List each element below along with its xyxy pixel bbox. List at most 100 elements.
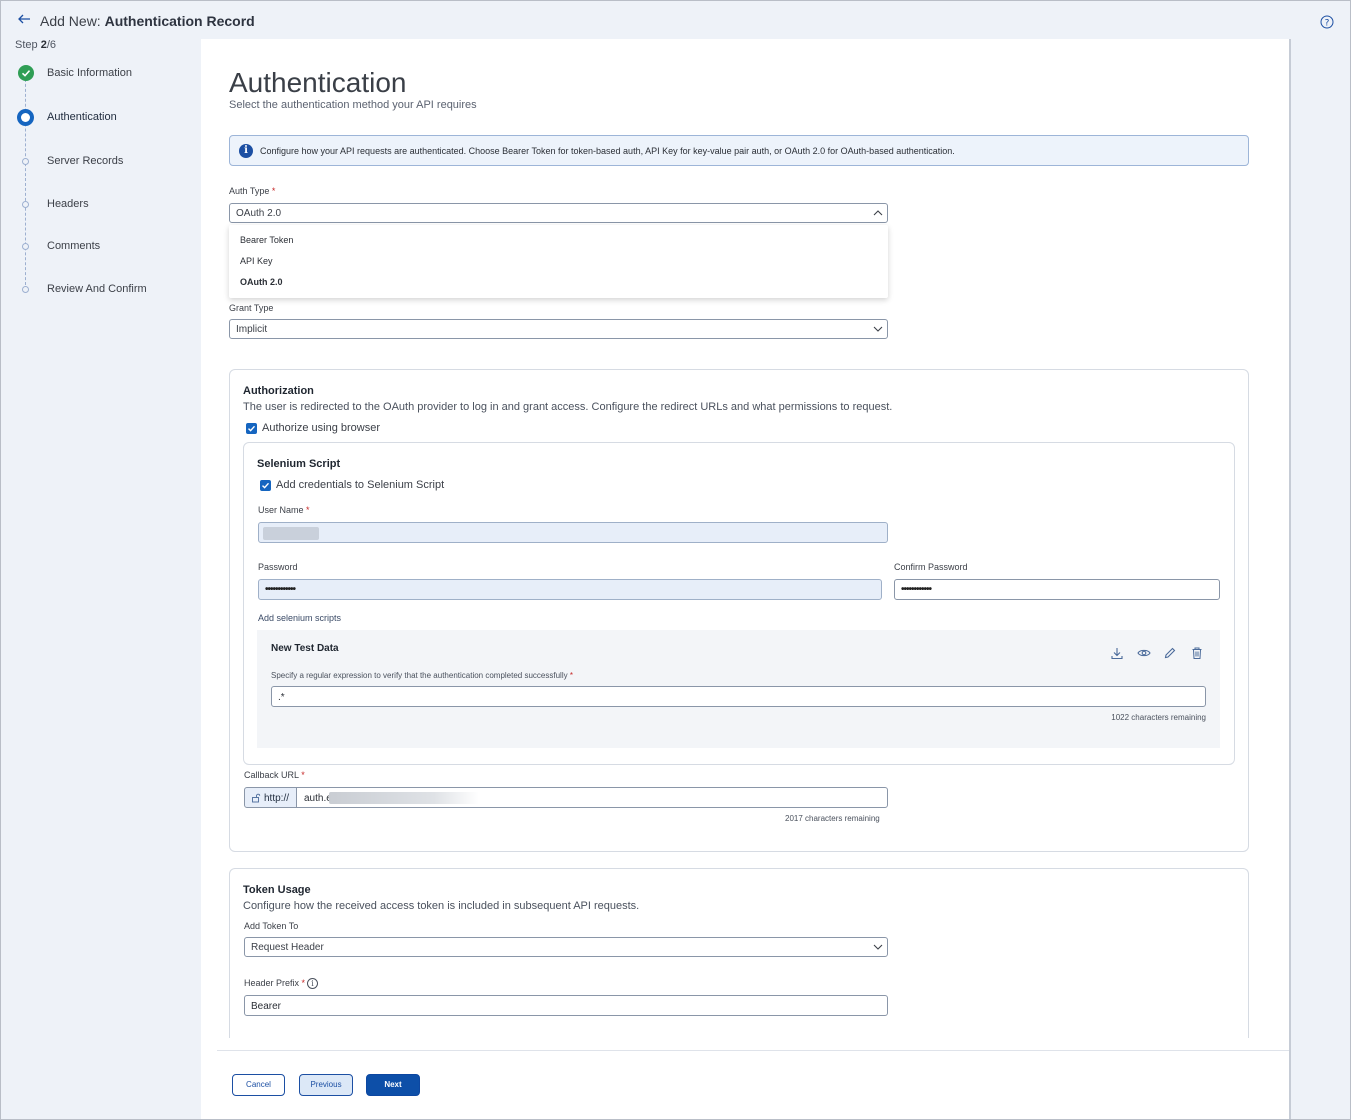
step-label: Headers (47, 198, 89, 210)
footer-divider (217, 1050, 1289, 1051)
help-icon[interactable]: ? (1320, 15, 1334, 29)
grant-type-value: Implicit (236, 324, 268, 335)
header-prefix-value: Bearer (251, 1001, 282, 1012)
pending-step-icon (22, 158, 29, 165)
cancel-button[interactable]: Cancel (232, 1074, 285, 1096)
step-total: /6 (46, 39, 57, 51)
add-token-to-label: Add Token To (244, 921, 299, 931)
password-field[interactable]: •••••••••••• (258, 579, 882, 600)
confirm-password-value: •••••••••••• (901, 584, 932, 595)
grant-type-label: Grant Type (229, 303, 274, 313)
option-bearer-token[interactable]: Bearer Token (240, 235, 293, 245)
regex-field[interactable]: .* (271, 686, 1206, 707)
required-marker: * (306, 505, 310, 515)
required-marker: * (301, 978, 306, 988)
page-header-title: Add New: Authentication Record (40, 13, 255, 29)
add-token-to-value: Request Header (251, 942, 324, 953)
username-label-text: User Name (258, 505, 304, 515)
step-authentication[interactable]: Authentication (0, 107, 200, 127)
auth-type-dropdown: Bearer Token API Key OAuth 2.0 (229, 225, 888, 298)
unlock-icon (252, 793, 261, 803)
step-counter: Step 2/6 (15, 39, 56, 51)
step-server-records[interactable]: Server Records (0, 151, 200, 171)
step-review-and-confirm[interactable]: Review And Confirm (0, 279, 200, 299)
page-subtitle: Select the authentication method your AP… (229, 99, 477, 111)
test-data-title: New Test Data (271, 643, 339, 654)
eye-icon[interactable] (1137, 646, 1151, 660)
chevron-up-icon (873, 210, 883, 216)
confirm-password-label: Confirm Password (894, 562, 968, 572)
header-prefix-field[interactable]: Bearer (244, 995, 888, 1016)
step-basic-information[interactable]: Basic Information (0, 63, 200, 83)
regex-label-text: Specify a regular expression to verify t… (271, 671, 568, 680)
auth-type-label: Auth Type * (229, 186, 275, 196)
step-label: Comments (47, 240, 101, 252)
trash-icon[interactable] (1190, 646, 1204, 660)
required-marker: * (569, 671, 573, 680)
pencil-icon[interactable] (1163, 646, 1177, 660)
selenium-credentials-label: Add credentials to Selenium Script (276, 479, 445, 491)
download-icon[interactable] (1110, 646, 1124, 660)
step-headers[interactable]: Headers (0, 194, 200, 214)
add-selenium-scripts-link[interactable]: Add selenium scripts (258, 613, 341, 623)
info-tooltip-icon[interactable]: i (307, 978, 318, 989)
redacted-username (263, 527, 319, 540)
token-usage-title: Token Usage (243, 884, 311, 896)
grant-type-select[interactable]: Implicit (229, 319, 888, 339)
token-usage-description: Configure how the received access token … (243, 900, 640, 912)
chevron-down-icon (873, 326, 883, 332)
pending-step-icon (22, 243, 29, 250)
required-marker: * (301, 770, 305, 780)
auth-type-label-text: Auth Type (229, 186, 270, 196)
next-button[interactable]: Next (366, 1074, 420, 1096)
selenium-title: Selenium Script (257, 458, 341, 470)
step-label: Server Records (47, 155, 124, 167)
auth-type-select[interactable]: OAuth 2.0 (229, 203, 888, 223)
authorize-browser-checkbox[interactable] (246, 423, 257, 434)
add-token-to-select[interactable]: Request Header (244, 937, 888, 957)
test-data-card: New Test Data Specify a regular expressi… (257, 630, 1220, 748)
authorization-description: The user is redirected to the OAuth prov… (243, 401, 893, 413)
step-label: Basic Information (47, 67, 132, 79)
authorization-title: Authorization (243, 385, 314, 397)
header-prefix-label: Header Prefix * (244, 978, 305, 988)
pending-step-icon (22, 201, 29, 208)
back-arrow-icon[interactable] (16, 11, 32, 27)
regex-value: .* (278, 692, 285, 703)
callback-url-value: auth.e (304, 793, 332, 804)
check-circle-icon (18, 65, 34, 81)
info-banner: i Configure how your API requests are au… (229, 135, 1249, 166)
option-api-key[interactable]: API Key (240, 256, 273, 266)
username-field[interactable] (258, 522, 888, 543)
selenium-credentials-checkbox[interactable] (260, 480, 271, 491)
protocol-value: http:// (264, 793, 290, 804)
step-label: Review And Confirm (47, 283, 147, 295)
username-label: User Name * (258, 505, 310, 515)
callback-url-field[interactable]: auth.e (296, 787, 888, 808)
authorize-browser-label: Authorize using browser (262, 422, 381, 434)
main-content: Authentication Select the authentication… (201, 39, 1291, 1120)
required-marker: * (271, 186, 276, 196)
regex-char-counter: 1022 characters remaining (1111, 713, 1206, 722)
header-prefix-label-text: Header Prefix (244, 978, 300, 988)
pending-step-icon (22, 286, 29, 293)
info-text: Configure how your API requests are auth… (260, 146, 955, 156)
step-comments[interactable]: Comments (0, 236, 200, 256)
callback-url-label-text: Callback URL (244, 770, 299, 780)
option-oauth-2[interactable]: OAuth 2.0 (240, 277, 283, 287)
step-word: Step (15, 39, 38, 51)
regex-label: Specify a regular expression to verify t… (271, 671, 573, 680)
title-record-type: Authentication Record (104, 13, 255, 29)
redacted-url (329, 792, 479, 804)
protocol-select[interactable]: http:// (244, 787, 297, 808)
step-label: Authentication (47, 111, 117, 123)
top-bar: Add New: Authentication Record ? (0, 0, 1351, 38)
password-label: Password (258, 562, 298, 572)
current-step-icon (17, 109, 34, 126)
chevron-down-icon (873, 944, 883, 950)
info-icon: i (239, 144, 253, 158)
callback-char-counter: 2017 characters remaining (785, 814, 880, 823)
auth-type-value: OAuth 2.0 (236, 208, 282, 219)
confirm-password-field[interactable]: •••••••••••• (894, 579, 1220, 600)
previous-button[interactable]: Previous (299, 1074, 353, 1096)
